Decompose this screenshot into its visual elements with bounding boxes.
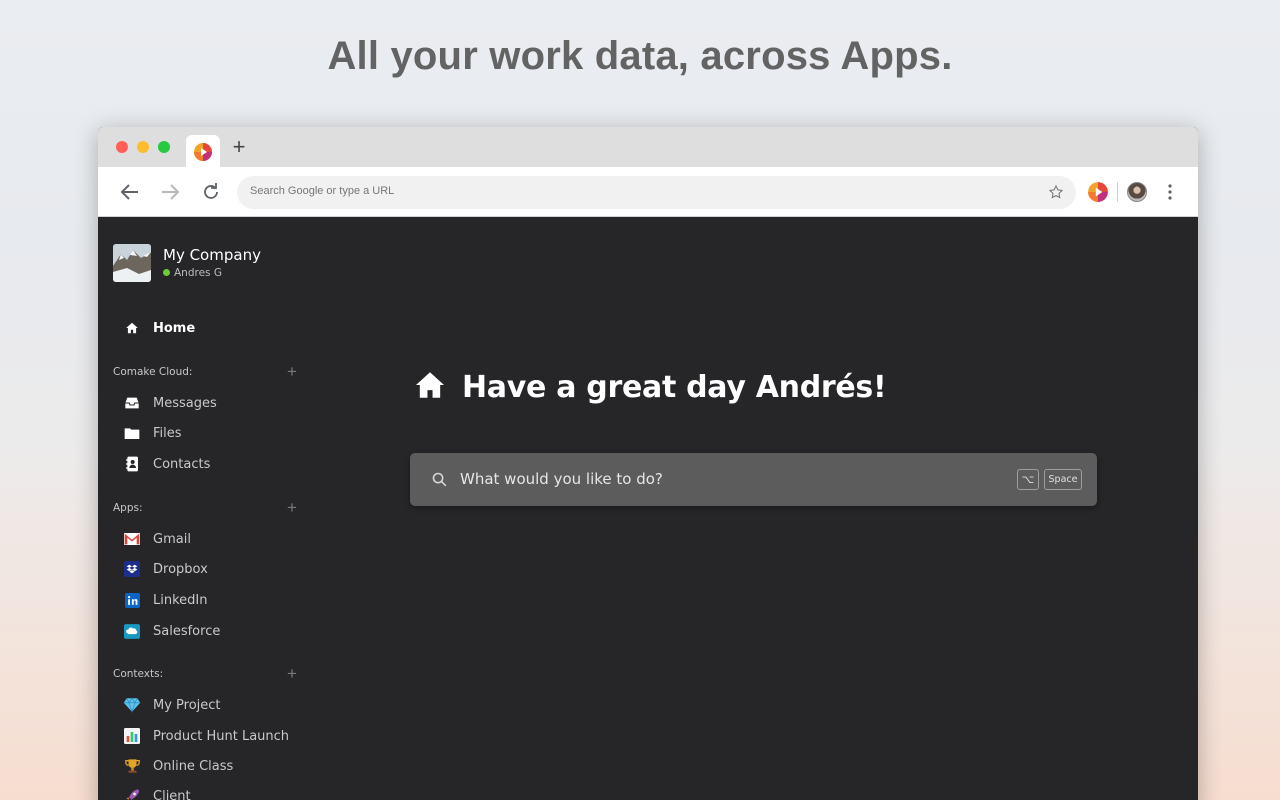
browser-tab-comake[interactable] bbox=[186, 135, 220, 167]
back-arrow-icon[interactable] bbox=[118, 180, 142, 204]
section-label-contexts: Contexts: bbox=[113, 668, 164, 680]
comake-logo-icon bbox=[193, 142, 213, 167]
trophy-icon bbox=[123, 757, 141, 775]
user-name: Andres G bbox=[174, 267, 222, 279]
sidebar-item-my-project[interactable]: My Project bbox=[123, 695, 221, 715]
folder-icon bbox=[123, 424, 141, 442]
contacts-book-icon bbox=[123, 455, 141, 473]
space-key-hint: Space bbox=[1044, 469, 1082, 490]
add-comake-cloud-button[interactable]: + bbox=[287, 363, 297, 380]
forward-arrow-icon[interactable] bbox=[158, 180, 182, 204]
sidebar-item-linkedin[interactable]: LinkedIn bbox=[123, 590, 207, 610]
home-icon bbox=[414, 371, 446, 404]
salesforce-icon bbox=[123, 622, 141, 640]
inbox-icon bbox=[123, 394, 141, 412]
company-name[interactable]: My Company bbox=[163, 246, 261, 264]
sidebar-item-gmail[interactable]: Gmail bbox=[123, 529, 191, 549]
sidebar-item-messages[interactable]: Messages bbox=[123, 393, 217, 413]
sidebar-item-home[interactable]: Home bbox=[123, 318, 195, 338]
company-avatar[interactable] bbox=[113, 244, 151, 282]
home-icon bbox=[123, 319, 141, 337]
sidebar-item-online-class[interactable]: Online Class bbox=[123, 756, 233, 776]
comake-extension-icon[interactable] bbox=[1087, 181, 1109, 208]
sidebar-item-label: Home bbox=[153, 320, 196, 336]
sidebar-item-label: Dropbox bbox=[153, 561, 208, 577]
sidebar-item-label: Messages bbox=[153, 395, 217, 411]
user-status: Andres G bbox=[163, 267, 222, 279]
search-icon bbox=[431, 471, 448, 493]
toolbar-separator bbox=[1117, 182, 1118, 202]
browser-tab-bar: + bbox=[98, 127, 1198, 167]
sidebar-item-label: My Project bbox=[153, 697, 221, 713]
address-bar[interactable]: Search Google or type a URL bbox=[237, 176, 1076, 209]
sidebar-item-product-hunt-launch[interactable]: Product Hunt Launch bbox=[123, 726, 289, 746]
browser-window: + Search Google or type a URL My Company… bbox=[98, 127, 1198, 800]
bookmark-star-icon[interactable] bbox=[1048, 184, 1064, 205]
sidebar-item-contacts[interactable]: Contacts bbox=[123, 454, 210, 474]
greeting-heading: Have a great day Andrés! bbox=[414, 367, 887, 407]
hero-headline: All your work data, across Apps. bbox=[327, 34, 953, 78]
browser-toolbar: Search Google or type a URL bbox=[98, 167, 1198, 217]
sidebar-item-client[interactable]: Client bbox=[123, 786, 191, 800]
sidebar-item-salesforce[interactable]: Salesforce bbox=[123, 621, 220, 641]
sidebar-item-label: Online Class bbox=[153, 758, 234, 774]
minimize-window-button[interactable] bbox=[137, 141, 149, 153]
address-bar-placeholder: Search Google or type a URL bbox=[250, 185, 395, 197]
command-search-input[interactable] bbox=[460, 466, 1000, 492]
sidebar-item-dropbox[interactable]: Dropbox bbox=[123, 559, 208, 579]
dropbox-icon bbox=[123, 560, 141, 578]
greeting-title: Have a great day Andrés! bbox=[462, 369, 887, 405]
profile-avatar[interactable] bbox=[1127, 182, 1147, 202]
linkedin-icon bbox=[123, 591, 141, 609]
sidebar: My Company Andres G Home Comake Cloud: +… bbox=[98, 218, 313, 800]
new-tab-button[interactable]: + bbox=[229, 135, 249, 159]
online-status-dot bbox=[163, 269, 170, 276]
add-context-button[interactable]: + bbox=[287, 665, 297, 682]
sidebar-item-label: Contacts bbox=[153, 456, 211, 472]
section-label-comake-cloud: Comake Cloud: bbox=[113, 366, 193, 378]
sidebar-item-label: LinkedIn bbox=[153, 592, 208, 608]
sidebar-item-label: Gmail bbox=[153, 531, 191, 547]
add-app-button[interactable]: + bbox=[287, 499, 297, 516]
rocket-icon bbox=[123, 787, 141, 800]
sidebar-item-files[interactable]: Files bbox=[123, 423, 182, 443]
sidebar-item-label: Salesforce bbox=[153, 623, 221, 639]
bar-chart-icon bbox=[123, 727, 141, 745]
reload-icon[interactable] bbox=[199, 180, 223, 204]
option-key-hint: ⌥ bbox=[1017, 469, 1039, 490]
sidebar-item-label: Files bbox=[153, 425, 182, 441]
sidebar-item-label: Product Hunt Launch bbox=[153, 728, 290, 744]
section-label-apps: Apps: bbox=[113, 502, 143, 514]
command-search-box[interactable]: ⌥ Space bbox=[410, 453, 1097, 506]
gem-icon bbox=[123, 696, 141, 714]
maximize-window-button[interactable] bbox=[158, 141, 170, 153]
gmail-icon bbox=[123, 530, 141, 548]
sidebar-item-label: Client bbox=[153, 788, 191, 800]
more-menu-icon[interactable] bbox=[1164, 183, 1176, 201]
close-window-button[interactable] bbox=[116, 141, 128, 153]
